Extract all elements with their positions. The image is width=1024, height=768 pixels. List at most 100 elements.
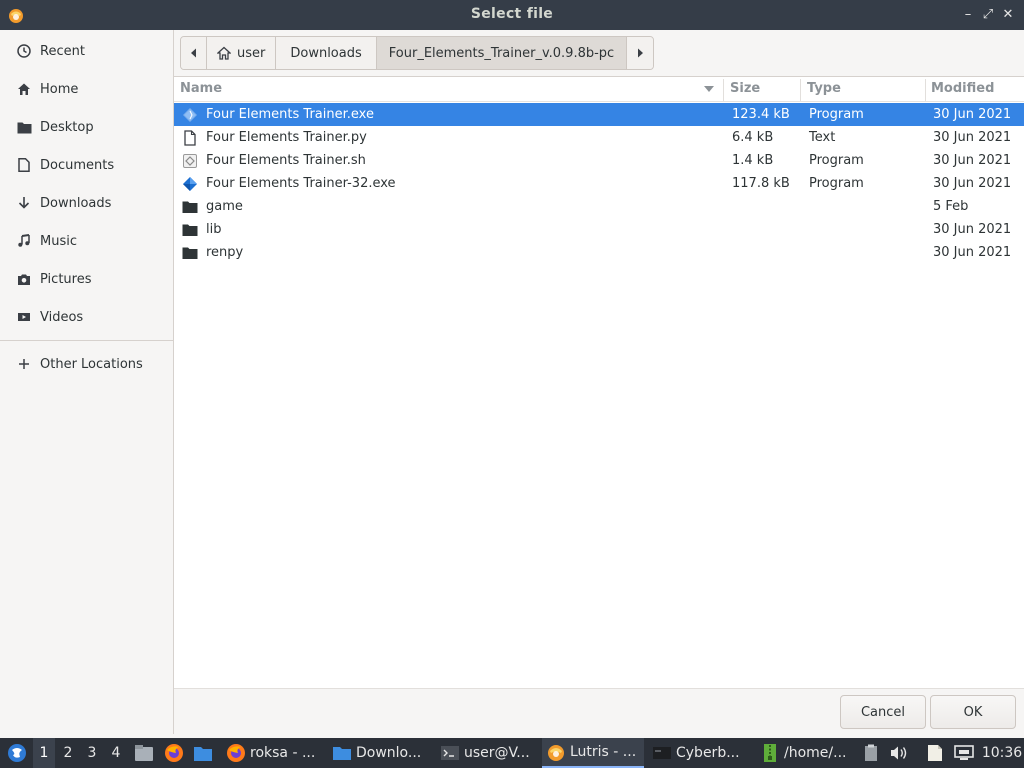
sidebar-item-label: Desktop	[40, 119, 94, 135]
file-size: 6.4 kB	[732, 130, 774, 145]
sidebar-item-label: Downloads	[40, 195, 112, 211]
task-archive[interactable]: /home/...	[756, 738, 856, 768]
table-row[interactable]: game 5 Feb	[174, 195, 1024, 218]
folder-icon	[16, 119, 32, 135]
cancel-button[interactable]: Cancel	[840, 695, 926, 729]
task-terminal[interactable]: user@V...	[436, 738, 540, 768]
close-icon: ✕	[1002, 7, 1014, 22]
notes-icon	[928, 745, 942, 761]
game-window-icon	[653, 747, 671, 759]
task-downloads[interactable]: Downlo...	[328, 738, 432, 768]
file-name: lib	[206, 222, 222, 237]
dialog-action-bar: Cancel OK	[174, 688, 1024, 734]
notes-tray-button[interactable]	[924, 738, 946, 768]
path-segment-label: user	[237, 45, 266, 61]
table-row[interactable]: renpy 30 Jun 2021	[174, 241, 1024, 264]
sidebar-item-label: Other Locations	[40, 356, 143, 372]
table-row[interactable]: Four Elements Trainer.py 6.4 kB Text 30 …	[174, 126, 1024, 149]
table-row[interactable]: Four Elements Trainer.sh 1.4 kB Program …	[174, 149, 1024, 172]
column-header-size[interactable]: Size	[724, 77, 800, 102]
clipboard-icon	[865, 744, 877, 761]
minimize-button[interactable]: –	[960, 7, 976, 23]
workspace-1-button[interactable]: 1	[33, 738, 55, 768]
plus-icon	[16, 356, 32, 372]
file-list: Name Size Type Modified Four Elements Tr…	[174, 76, 1024, 688]
sidebar-item-videos[interactable]: Videos	[0, 302, 173, 332]
close-button[interactable]: ✕	[1000, 7, 1016, 23]
sidebar-item-downloads[interactable]: Downloads	[0, 188, 173, 218]
workspace-2-button[interactable]: 2	[57, 738, 79, 768]
column-header-name[interactable]: Name	[174, 77, 722, 102]
places-sidebar: Recent Home Desktop Documents Downloads …	[0, 30, 174, 734]
music-icon	[16, 233, 32, 249]
file-manager-launcher[interactable]	[132, 738, 156, 768]
task-firefox[interactable]: roksa - ...	[222, 738, 326, 768]
task-lutris[interactable]: Lutris - ...	[542, 738, 644, 768]
archive-icon	[764, 744, 776, 762]
clock[interactable]: 10:36	[982, 738, 1022, 768]
path-scroll-left-button[interactable]	[181, 37, 207, 69]
chevron-left-icon	[190, 48, 196, 58]
sidebar-item-pictures[interactable]: Pictures	[0, 264, 173, 294]
task-label: roksa - ...	[250, 745, 316, 761]
path-scroll-right-button[interactable]	[627, 37, 654, 69]
path-bar: user Downloads Four_Elements_Trainer_v.0…	[180, 36, 655, 70]
task-label: Lutris - ...	[570, 744, 637, 760]
firefox-launcher[interactable]	[162, 738, 186, 768]
terminal-icon	[441, 746, 459, 760]
folder-icon	[182, 224, 198, 236]
sidebar-item-documents[interactable]: Documents	[0, 150, 173, 180]
firefox-icon	[227, 744, 245, 762]
clock-icon	[16, 43, 32, 59]
network-tray-button[interactable]	[952, 738, 976, 768]
home-icon	[217, 46, 231, 60]
sidebar-divider	[0, 340, 173, 341]
path-segment-home[interactable]: user	[207, 37, 277, 69]
sidebar-item-recent[interactable]: Recent	[0, 36, 173, 66]
file-name: Four Elements Trainer.sh	[206, 153, 366, 168]
ok-button-label: OK	[963, 704, 983, 720]
file-name: Four Elements Trainer-32.exe	[206, 176, 396, 191]
ok-button[interactable]: OK	[930, 695, 1016, 729]
home-icon	[16, 81, 32, 97]
task-label: Cyberb...	[676, 745, 740, 761]
clipboard-tray-button[interactable]	[861, 738, 881, 768]
table-row[interactable]: Four Elements Trainer-32.exe 117.8 kB Pr…	[174, 172, 1024, 195]
script-icon	[183, 154, 197, 168]
column-header-label: Modified	[931, 81, 995, 96]
workspace-4-button[interactable]: 4	[105, 738, 127, 768]
restore-button[interactable]: ⤢	[980, 7, 996, 23]
column-header-label: Size	[730, 81, 761, 96]
folder-icon	[333, 747, 351, 760]
sidebar-item-desktop[interactable]: Desktop	[0, 112, 173, 142]
sidebar-item-label: Music	[40, 233, 77, 249]
executable-icon	[183, 177, 197, 191]
file-modified: 30 Jun 2021	[933, 153, 1012, 168]
sidebar-item-home[interactable]: Home	[0, 74, 173, 104]
column-header-modified[interactable]: Modified	[925, 77, 1024, 102]
file-modified: 30 Jun 2021	[933, 245, 1012, 260]
sidebar-item-label: Home	[40, 81, 79, 97]
chevron-right-icon	[638, 48, 644, 58]
task-cyberbrain[interactable]: Cyberb...	[648, 738, 752, 768]
file-name: game	[206, 199, 243, 214]
table-row[interactable]: Four Elements Trainer.exe 123.4 kB Progr…	[174, 103, 1024, 126]
column-header-type[interactable]: Type	[801, 77, 924, 102]
table-row[interactable]: lib 30 Jun 2021	[174, 218, 1024, 241]
volume-tray-button[interactable]	[888, 738, 910, 768]
document-icon	[16, 157, 32, 173]
sidebar-item-other-locations[interactable]: Other Locations	[0, 349, 173, 379]
start-menu-button[interactable]	[4, 738, 30, 768]
video-icon	[16, 309, 32, 325]
folder-icon	[182, 247, 198, 259]
path-segment-downloads[interactable]: Downloads	[276, 37, 377, 69]
file-modified: 30 Jun 2021	[933, 222, 1012, 237]
clock-time: 10:36	[982, 745, 1022, 761]
task-label: /home/...	[784, 745, 847, 761]
path-segment-current[interactable]: Four_Elements_Trainer_v.0.9.8b-pc	[376, 37, 628, 69]
workspace-3-button[interactable]: 3	[81, 738, 103, 768]
files-launcher[interactable]	[191, 738, 215, 768]
folder-icon	[182, 201, 198, 213]
file-modified: 5 Feb	[933, 199, 969, 214]
sidebar-item-music[interactable]: Music	[0, 226, 173, 256]
